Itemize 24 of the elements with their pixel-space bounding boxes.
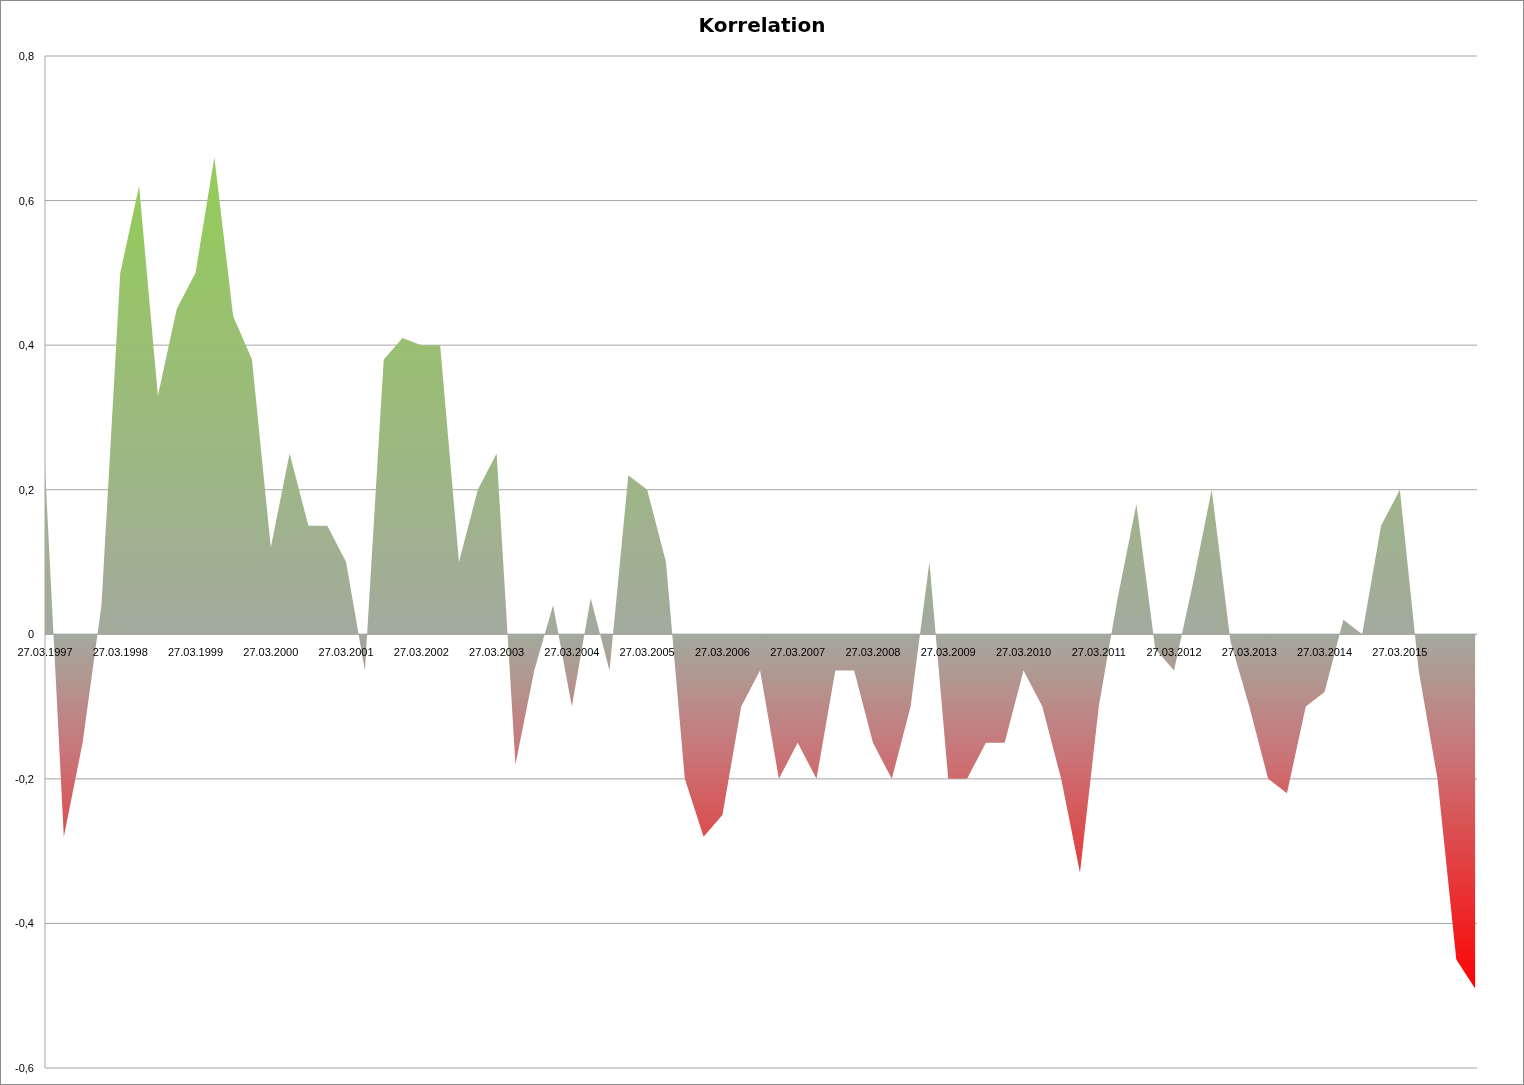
x-axis-label: 27.03.2008 (845, 646, 901, 659)
x-axis-label: 27.03.2004 (544, 646, 600, 659)
x-axis-label: 27.03.1999 (168, 646, 224, 659)
x-axis-label: 27.03.2010 (995, 646, 1052, 659)
x-axis-label: 27.03.2003 (469, 646, 525, 659)
y-axis-label: 0,2 (18, 483, 34, 496)
y-axis-label: 0,4 (18, 339, 34, 352)
y-axis-label: -0,2 (15, 772, 34, 785)
y-axis-label: 0,6 (18, 194, 34, 207)
x-axis-label: 27.03.2007 (770, 646, 826, 659)
x-axis-label: 27.03.2006 (694, 646, 750, 659)
y-axis-label: 0 (27, 628, 34, 641)
chart-title: Korrelation (698, 13, 826, 37)
x-axis-label: 27.03.1997 (17, 646, 73, 659)
y-axis-label: -0,6 (15, 1062, 34, 1074)
y-axis-label: -0,4 (15, 917, 34, 930)
x-axis-label: 27.03.2005 (619, 646, 675, 659)
x-axis-label: 27.03.2001 (318, 646, 374, 659)
x-axis-label: 27.03.2015 (1372, 646, 1428, 659)
x-axis-label: 27.03.2000 (243, 646, 299, 659)
x-axis-label: 27.03.1998 (92, 646, 148, 659)
y-axis-label: 0,8 (18, 50, 34, 62)
x-axis-label: 27.03.2012 (1146, 646, 1202, 659)
x-axis-label: 27.03.2002 (393, 646, 449, 659)
